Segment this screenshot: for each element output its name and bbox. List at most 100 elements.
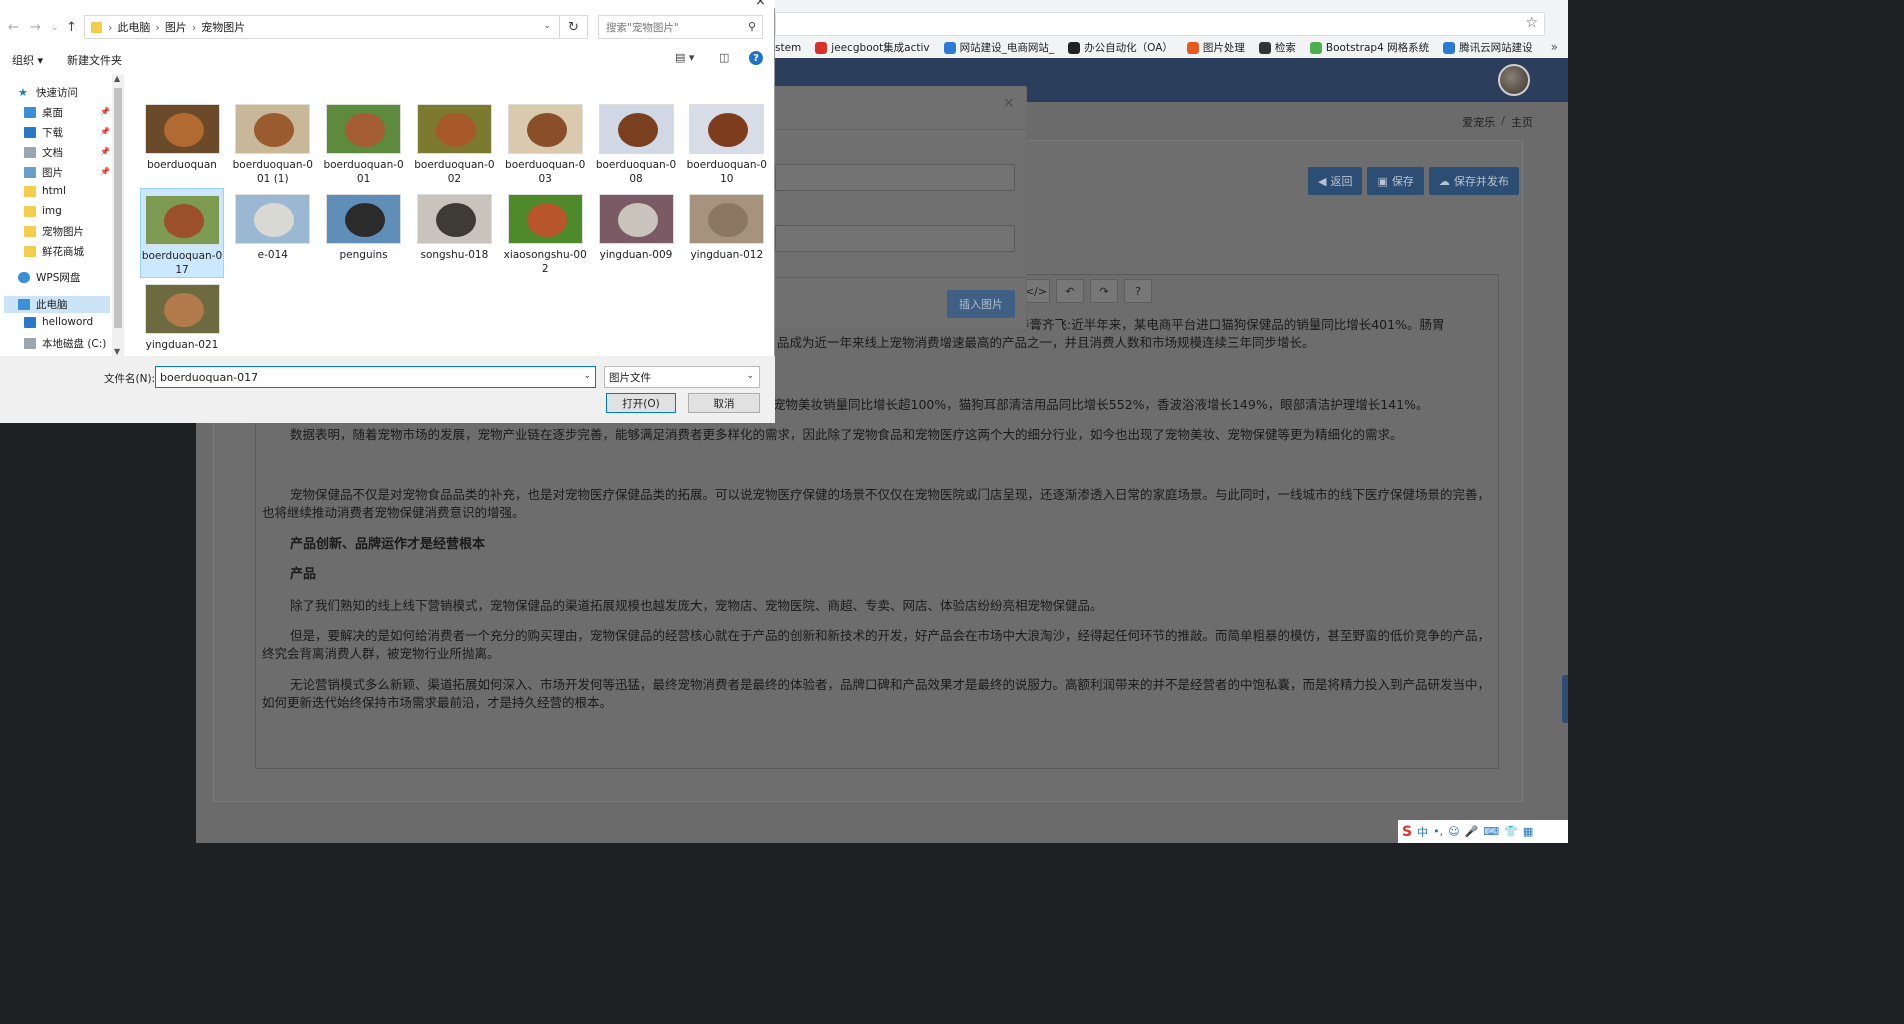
thumbnail-subject [617,203,658,237]
nav-item-pc[interactable]: 此电脑 [4,296,110,313]
tray-icon[interactable]: ☺ [1448,825,1459,838]
bookmark-item[interactable]: Bootstrap4 网格系统 [1309,40,1430,55]
nav-item-disk[interactable]: 本地磁盘 (C:) [24,336,106,351]
redo-button[interactable]: ↷ [1090,279,1118,303]
image-thumbnail [416,104,492,154]
file-item[interactable]: e-014 [231,188,315,262]
file-item[interactable]: boerduoquan-003 [503,98,587,186]
recent-dropdown-icon[interactable]: ⌄ [51,23,59,33]
nav-item-cloud[interactable]: WPS网盘 [18,270,80,285]
organize-menu[interactable]: 组织 ▾ [12,52,43,68]
file-item[interactable]: boerduoquan-010 [685,98,769,186]
bookmark-item[interactable]: 网站建设_电商网站_ [943,40,1054,55]
image-alt-input[interactable] [775,225,1015,252]
nav-item-folder[interactable]: img [24,205,62,217]
file-item[interactable]: boerduoquan-008 [594,98,678,186]
bookmark-item[interactable]: 办公自动化（OA） [1068,40,1173,55]
bookmark-favicon-icon [1309,41,1322,54]
file-item[interactable]: boerduoquan-002 [412,98,496,186]
nav-item-label: helloword [42,316,94,328]
file-item[interactable]: xiaosongshu-002 [503,188,587,276]
tray-icon[interactable]: S [1402,824,1412,840]
file-item[interactable]: songshu-018 [412,188,496,262]
thumbnail-subject [345,203,386,237]
dialog-close-icon[interactable]: × [755,0,766,9]
nav-scrollbar[interactable]: ▲ ▼ [112,74,124,356]
forward-arrow-icon[interactable]: → [30,20,41,35]
path-crumb[interactable]: 宠物图片 [201,19,245,35]
nav-item-folder[interactable]: 宠物图片 [24,224,84,239]
bookmark-item[interactable]: 腾讯云网站建设 [1443,40,1533,55]
back-button[interactable]: ◀ 返回 [1308,167,1363,195]
help-button[interactable]: ? [1124,279,1152,303]
cancel-button[interactable]: 取消 [688,393,760,413]
tray-icon[interactable]: ⌨ [1483,825,1499,838]
file-item[interactable]: yingduan-012 [685,188,769,262]
nav-item-download[interactable]: 下载 [24,125,63,140]
file-item[interactable]: yingduan-021 [140,278,224,352]
scroll-thumb[interactable] [114,88,122,328]
chevron-down-icon[interactable]: ⌄ [583,371,591,381]
bookmark-item[interactable]: stem [775,42,801,54]
file-item[interactable]: boerduoquan-001 (1) [231,98,315,186]
user-avatar[interactable] [1498,64,1530,96]
file-item[interactable]: boerduoquan [140,98,224,172]
bookmark-star-icon[interactable]: ☆ [1525,15,1538,31]
nav-item-star[interactable]: ★ 快速访问 [18,85,78,100]
file-name: e-014 [257,249,288,261]
chevron-down-icon: ⌄ [746,371,754,381]
scroll-up-icon[interactable]: ▲ [114,74,120,83]
cloud-icon: ☁ [1438,174,1450,188]
path-crumb[interactable]: 图片 [165,19,187,35]
thumbnail-subject [254,203,295,237]
insert-image-button[interactable]: 插入图片 [947,290,1015,318]
file-item[interactable]: boerduoquan-001 [322,98,406,186]
search-placeholder: 搜索"宠物图片" [606,21,679,34]
bookmark-item[interactable]: 检索 [1258,40,1296,55]
preview-pane-icon[interactable]: ◫ [719,51,729,64]
tray-icon[interactable]: 中 [1417,824,1428,840]
modal-close-icon[interactable]: × [1003,95,1015,111]
undo-button[interactable]: ↶ [1056,279,1084,303]
image-url-input[interactable] [775,164,1015,191]
tray-icon[interactable]: 👕 [1504,825,1518,838]
nav-item-folder[interactable]: 鲜花商城 [24,244,84,259]
file-item[interactable]: boerduoquan-017 [140,188,224,278]
search-input[interactable]: 搜索"宠物图片" ⚲ [598,15,763,39]
tray-icon[interactable]: ▦ [1523,825,1533,838]
filetype-select[interactable]: 图片文件 ⌄ [604,366,760,388]
nav-item-pictures[interactable]: 图片 [24,165,63,180]
nav-item-docs[interactable]: 文档 [24,145,63,160]
editor-heading: 产品 [290,567,317,582]
save-button[interactable]: ▣ 保存 [1367,167,1424,195]
bookmark-item[interactable]: 图片处理 [1186,40,1245,55]
nav-item-folder[interactable]: html [24,185,66,197]
side-handle[interactable] [1562,675,1568,723]
path-crumb[interactable]: 此电脑 [117,19,150,35]
file-item[interactable]: yingduan-009 [594,188,678,262]
path-bar[interactable]: › 此电脑 › 图片 › 宠物图片 ⌄ [84,15,560,39]
view-mode-icon[interactable]: ▤ ▾ [675,51,694,64]
tray-icon[interactable]: •, [1433,825,1443,838]
new-folder-button[interactable]: 新建文件夹 [67,52,122,68]
help-icon[interactable]: ? [749,51,763,65]
breadcrumb-home[interactable]: 爱宠乐 [1462,114,1495,130]
bookmark-item[interactable]: jeecgboot集成activ [815,40,930,55]
bookmarks-more-icon[interactable]: » [1551,40,1558,54]
pin-icon: 📌 [100,127,110,136]
bookmark-label: Bootstrap4 网格系统 [1325,42,1430,54]
tray-icon[interactable]: 🎤 [1465,825,1479,838]
chevron-down-icon[interactable]: ⌄ [543,21,551,31]
file-name: songshu-018 [420,249,489,261]
nav-item-desktop[interactable]: 桌面 [24,105,63,120]
up-arrow-icon[interactable]: ↑ [66,20,77,35]
open-button[interactable]: 打开(O) [606,393,676,413]
file-item[interactable]: penguins [322,188,406,262]
refresh-button[interactable]: ↻ [560,15,588,39]
back-arrow-icon[interactable]: ← [8,20,19,35]
save-publish-button[interactable]: ☁ 保存并发布 [1428,167,1519,195]
nav-item-phone[interactable]: helloword [24,316,93,328]
address-bar[interactable] [775,12,1545,36]
scroll-down-icon[interactable]: ▼ [114,347,120,356]
filename-input[interactable]: boerduoquan-017 ⌄ [155,366,596,388]
